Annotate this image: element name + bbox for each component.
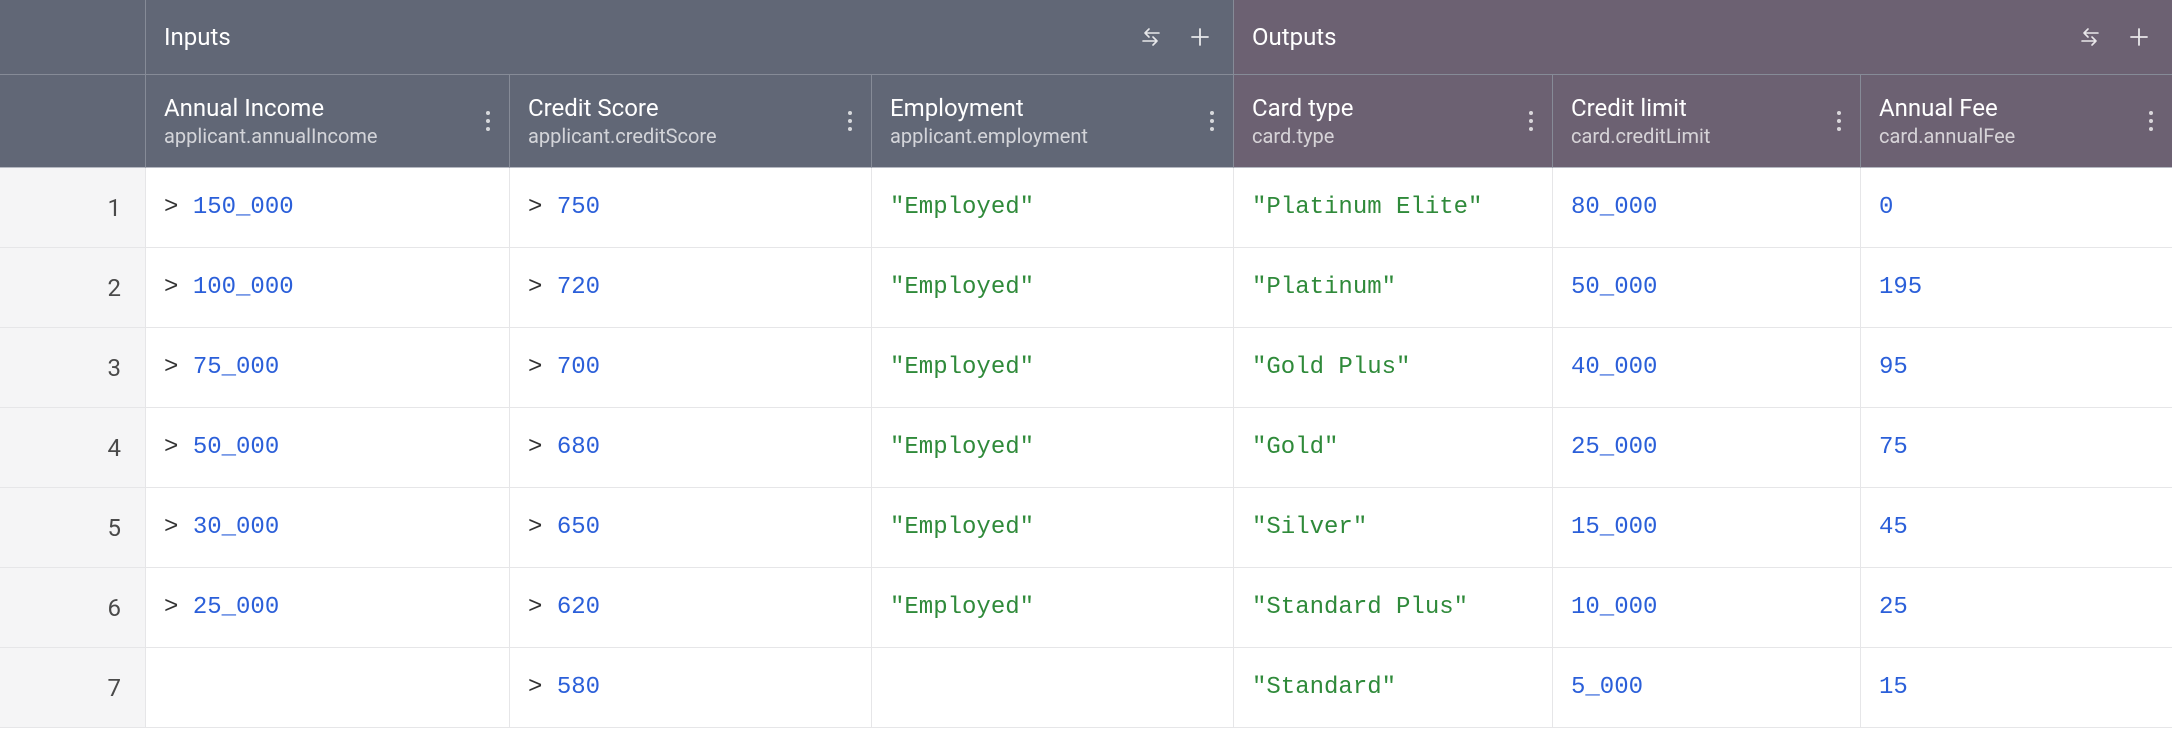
cell-credit-score[interactable]: > 700 xyxy=(510,328,872,408)
cell-annual-fee[interactable]: 195 xyxy=(1861,248,2172,328)
cell-employment[interactable]: "Employed" xyxy=(872,168,1234,248)
column-title: Credit Score xyxy=(528,94,717,123)
column-path: card.annualFee xyxy=(1879,124,2015,148)
cell-annual-fee[interactable]: 75 xyxy=(1861,408,2172,488)
plus-icon[interactable] xyxy=(2128,26,2150,48)
cell-annual-income[interactable]: > 75_000 xyxy=(146,328,510,408)
kebab-icon[interactable] xyxy=(2144,110,2158,132)
swap-icon[interactable] xyxy=(2078,27,2102,47)
row-number[interactable]: 5 xyxy=(0,488,146,568)
cell-card-type[interactable]: "Platinum" xyxy=(1234,248,1553,328)
plus-icon[interactable] xyxy=(1189,26,1211,48)
section-header-inputs: Inputs xyxy=(146,0,1234,75)
column-title: Card type xyxy=(1252,94,1353,123)
kebab-icon[interactable] xyxy=(1205,110,1219,132)
column-header-employment[interactable]: Employment applicant.employment xyxy=(872,75,1234,168)
cell-credit-score[interactable]: > 720 xyxy=(510,248,872,328)
cell-annual-fee[interactable]: 95 xyxy=(1861,328,2172,408)
cell-employment[interactable]: "Employed" xyxy=(872,328,1234,408)
column-path: applicant.creditScore xyxy=(528,124,717,148)
kebab-icon[interactable] xyxy=(1524,110,1538,132)
column-path: applicant.employment xyxy=(890,124,1088,148)
cell-annual-fee[interactable]: 0 xyxy=(1861,168,2172,248)
row-number[interactable]: 2 xyxy=(0,248,146,328)
row-number[interactable]: 7 xyxy=(0,648,146,728)
cell-annual-income[interactable]: > 100_000 xyxy=(146,248,510,328)
cell-card-type[interactable]: "Gold Plus" xyxy=(1234,328,1553,408)
cell-employment[interactable]: "Employed" xyxy=(872,488,1234,568)
cell-annual-income[interactable]: > 30_000 xyxy=(146,488,510,568)
section-header-corner xyxy=(0,0,146,75)
cell-credit-score[interactable]: > 680 xyxy=(510,408,872,488)
column-path: card.creditLimit xyxy=(1571,124,1710,148)
cell-credit-score[interactable]: > 580 xyxy=(510,648,872,728)
section-header-outputs: Outputs xyxy=(1234,0,2172,75)
cell-credit-limit[interactable]: 80_000 xyxy=(1553,168,1861,248)
row-number[interactable]: 6 xyxy=(0,568,146,648)
cell-annual-fee[interactable]: 15 xyxy=(1861,648,2172,728)
cell-credit-score[interactable]: > 750 xyxy=(510,168,872,248)
column-header-card-type[interactable]: Card type card.type xyxy=(1234,75,1553,168)
cell-card-type[interactable]: "Standard" xyxy=(1234,648,1553,728)
cell-credit-limit[interactable]: 5_000 xyxy=(1553,648,1861,728)
column-title: Credit limit xyxy=(1571,94,1710,123)
inputs-section-actions xyxy=(1139,26,1211,48)
column-header-annual-fee[interactable]: Annual Fee card.annualFee xyxy=(1861,75,2172,168)
column-path: card.type xyxy=(1252,124,1353,148)
cell-card-type[interactable]: "Platinum Elite" xyxy=(1234,168,1553,248)
kebab-icon[interactable] xyxy=(481,110,495,132)
row-number[interactable]: 4 xyxy=(0,408,146,488)
decision-table: Inputs Outputs Annual Income applicant.a… xyxy=(0,0,2174,728)
inputs-section-label: Inputs xyxy=(164,23,231,51)
cell-employment[interactable]: "Employed" xyxy=(872,568,1234,648)
cell-card-type[interactable]: "Silver" xyxy=(1234,488,1553,568)
column-title: Employment xyxy=(890,94,1088,123)
cell-employment[interactable] xyxy=(872,648,1234,728)
cell-credit-limit[interactable]: 25_000 xyxy=(1553,408,1861,488)
cell-employment[interactable]: "Employed" xyxy=(872,248,1234,328)
outputs-section-label: Outputs xyxy=(1252,23,1337,51)
cell-credit-limit[interactable]: 10_000 xyxy=(1553,568,1861,648)
column-header-annual-income[interactable]: Annual Income applicant.annualIncome xyxy=(146,75,510,168)
cell-annual-income[interactable] xyxy=(146,648,510,728)
cell-annual-income[interactable]: > 50_000 xyxy=(146,408,510,488)
cell-employment[interactable]: "Employed" xyxy=(872,408,1234,488)
cell-card-type[interactable]: "Gold" xyxy=(1234,408,1553,488)
column-title: Annual Fee xyxy=(1879,94,2015,123)
cell-card-type[interactable]: "Standard Plus" xyxy=(1234,568,1553,648)
cell-annual-income[interactable]: > 150_000 xyxy=(146,168,510,248)
cell-credit-limit[interactable]: 40_000 xyxy=(1553,328,1861,408)
swap-icon[interactable] xyxy=(1139,27,1163,47)
outputs-section-actions xyxy=(2078,26,2150,48)
row-number[interactable]: 1 xyxy=(0,168,146,248)
column-path: applicant.annualIncome xyxy=(164,124,378,148)
cell-credit-score[interactable]: > 620 xyxy=(510,568,872,648)
row-number[interactable]: 3 xyxy=(0,328,146,408)
kebab-icon[interactable] xyxy=(843,110,857,132)
cell-annual-income[interactable]: > 25_000 xyxy=(146,568,510,648)
kebab-icon[interactable] xyxy=(1832,110,1846,132)
cell-annual-fee[interactable]: 45 xyxy=(1861,488,2172,568)
column-title: Annual Income xyxy=(164,94,378,123)
cell-credit-limit[interactable]: 15_000 xyxy=(1553,488,1861,568)
column-header-corner xyxy=(0,75,146,168)
column-header-credit-score[interactable]: Credit Score applicant.creditScore xyxy=(510,75,872,168)
cell-credit-limit[interactable]: 50_000 xyxy=(1553,248,1861,328)
column-header-credit-limit[interactable]: Credit limit card.creditLimit xyxy=(1553,75,1861,168)
cell-annual-fee[interactable]: 25 xyxy=(1861,568,2172,648)
cell-credit-score[interactable]: > 650 xyxy=(510,488,872,568)
